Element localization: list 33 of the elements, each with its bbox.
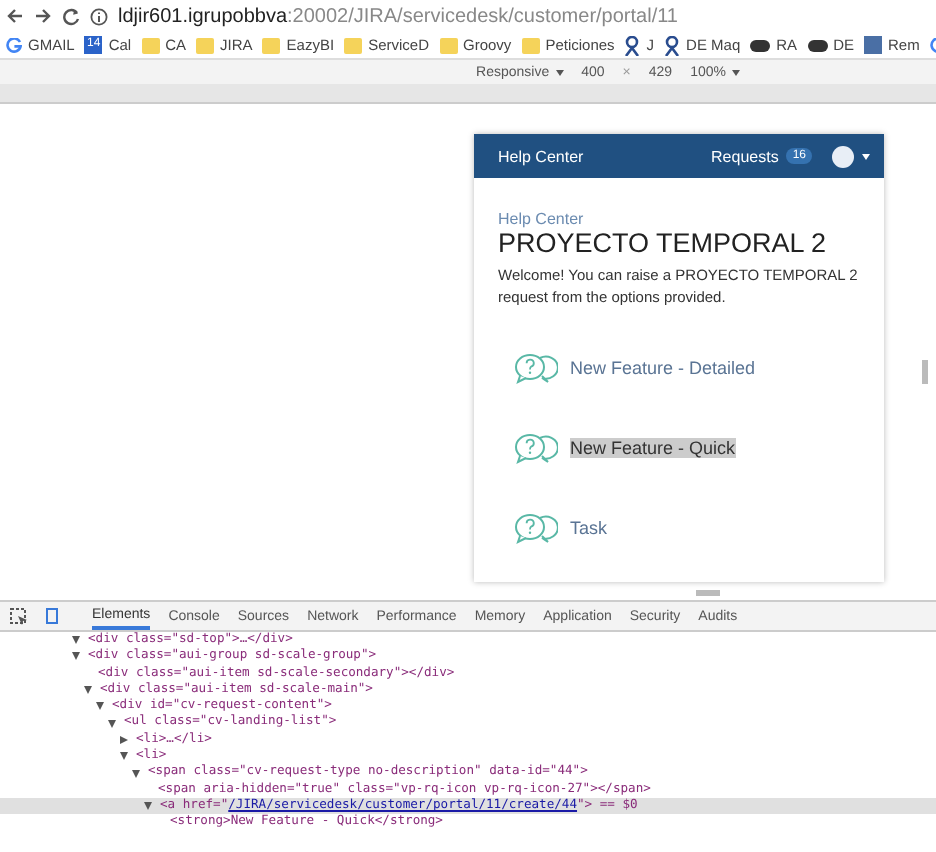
requests-link[interactable]: Requests [711, 147, 779, 165]
inspect-icon[interactable] [10, 607, 28, 625]
breadcrumb-link[interactable]: Help Center [498, 210, 864, 228]
forward-icon[interactable] [34, 8, 52, 24]
question-bubble-icon [514, 432, 558, 464]
google-icon [6, 37, 22, 53]
address-field[interactable]: ldjir601.igrupobbva:20002/JIRA/servicedesk/customer/portal/11 [118, 5, 678, 27]
request-type-link[interactable]: New Feature - Quick [570, 438, 736, 458]
reload-icon[interactable] [62, 7, 80, 25]
caret-icon[interactable] [862, 153, 870, 159]
person-icon [664, 35, 681, 55]
portal-title: PROYECTO TEMPORAL 2 [498, 228, 829, 260]
avatar-icon[interactable] [832, 145, 854, 167]
collapse-triangle-icon[interactable] [120, 735, 128, 744]
request-type-link[interactable]: Task [570, 518, 608, 538]
folder-icon [344, 37, 363, 53]
scrollbar-thumb[interactable] [922, 360, 928, 384]
question-bubble-icon [514, 352, 558, 384]
folder-icon [262, 37, 281, 53]
folder-icon [439, 37, 457, 53]
folder-icon [521, 37, 540, 53]
expand-triangle-icon[interactable] [144, 802, 152, 811]
device-toggle-icon[interactable] [46, 608, 58, 624]
request-type-link[interactable]: New Feature - Detailed [570, 358, 756, 378]
resize-handle[interactable] [696, 589, 720, 595]
document-icon [863, 36, 882, 54]
question-bubble-icon [514, 512, 558, 544]
folder-icon [196, 37, 215, 53]
folder-icon [141, 37, 160, 53]
person-icon [624, 35, 641, 55]
info-icon [90, 7, 108, 25]
back-icon[interactable] [6, 8, 24, 24]
help-center-link[interactable]: Help Center [498, 147, 584, 165]
